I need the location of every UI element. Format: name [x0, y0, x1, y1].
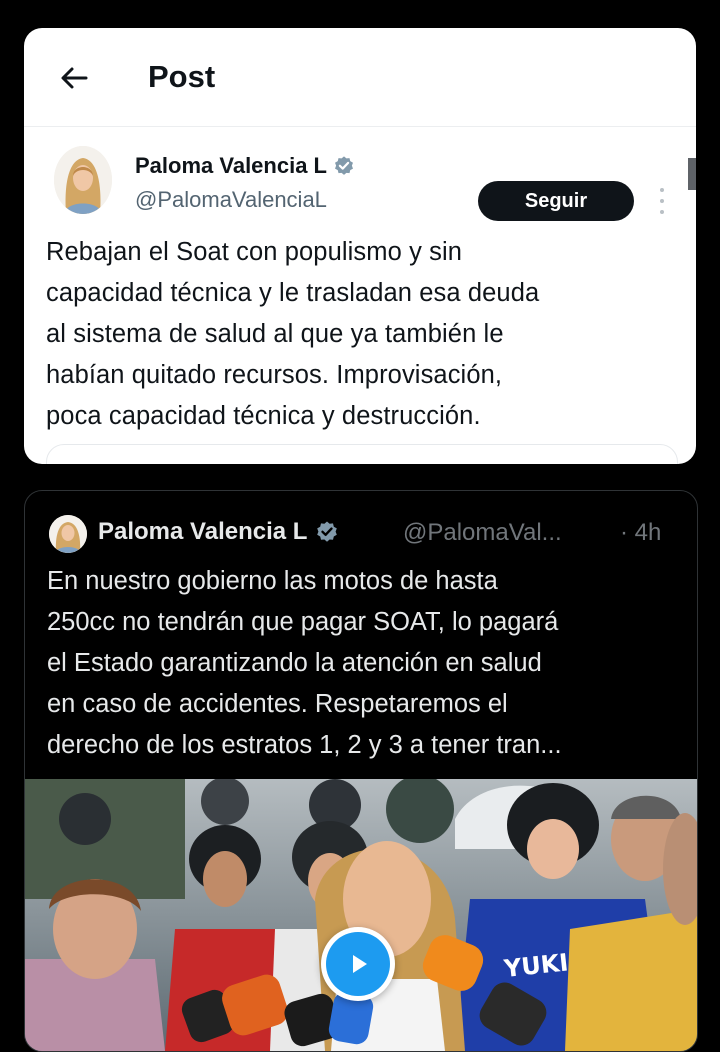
more-options-icon[interactable] — [652, 188, 672, 214]
avatar[interactable] — [49, 515, 87, 553]
back-button[interactable] — [54, 58, 94, 98]
post-text-line: capacidad técnica y le trasladan esa deu… — [46, 279, 540, 307]
quoted-author-name-text: Paloma Valencia L — [98, 518, 308, 545]
post-text-line: al sistema de salud al que ya también le — [46, 320, 504, 348]
scrollbar-thumb[interactable] — [688, 158, 696, 190]
author-name-text: Paloma Valencia L — [135, 153, 327, 178]
page-title: Post — [148, 59, 216, 94]
quoted-text-line: el Estado garantizando la atención en sa… — [47, 649, 542, 677]
top-bar: Post — [24, 28, 696, 127]
post-card: Post Paloma Valencia L @PalomaValenciaL … — [24, 28, 696, 464]
post-text: Rebajan el Soat con populismo y sin capa… — [46, 232, 686, 437]
quoted-text-line: 250cc no tendrán que pagar SOAT, lo paga… — [47, 608, 559, 636]
play-icon — [353, 955, 367, 973]
avatar-image — [49, 515, 87, 553]
quoted-author-handle[interactable]: @PalomaVal... — [403, 519, 562, 547]
author-name[interactable]: Paloma Valencia L — [135, 153, 355, 179]
quoted-text-line: derecho de los estratos 1, 2 y 3 a tener… — [47, 731, 562, 759]
quoted-text: En nuestro gobierno las motos de hasta 2… — [47, 561, 687, 766]
quoted-text-line: en caso de accidentes. Respetaremos el — [47, 690, 508, 718]
quoted-timestamp[interactable]: · 4h — [620, 519, 661, 547]
quoted-text-line: En nuestro gobierno las motos de hasta — [47, 567, 498, 595]
post-text-line: Rebajan el Soat con populismo y sin — [46, 238, 462, 266]
embedded-card-edge — [46, 444, 678, 464]
play-button[interactable] — [321, 927, 395, 1001]
post-text-line: habían quitado recursos. Improvisación, — [46, 361, 503, 389]
avatar[interactable] — [54, 146, 112, 214]
quoted-author-name[interactable]: Paloma Valencia L — [98, 518, 339, 546]
verified-badge-icon — [335, 156, 353, 175]
author-handle[interactable]: @PalomaValenciaL — [135, 187, 327, 213]
post-text-line: poca capacidad técnica y destrucción. — [46, 402, 481, 430]
video-thumbnail[interactable]: YUKI — [25, 775, 697, 1051]
arrow-left-icon — [61, 67, 88, 89]
verified-badge-icon — [317, 521, 338, 542]
follow-button[interactable]: Seguir — [478, 181, 634, 221]
avatar-image — [54, 146, 112, 214]
video-frame-image: YUKI — [25, 775, 697, 1051]
play-button-inner — [326, 932, 390, 996]
